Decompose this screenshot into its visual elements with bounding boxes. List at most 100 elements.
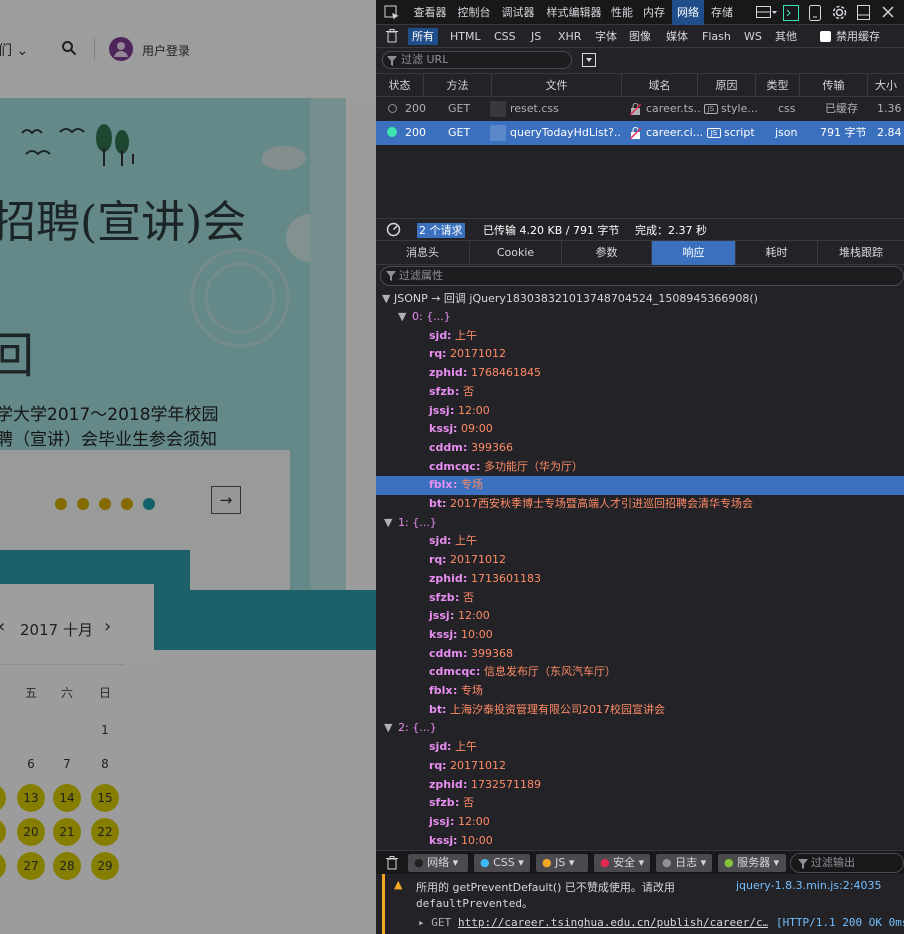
- json-property-row[interactable]: sjd: 上午: [376, 327, 904, 346]
- property-filter-input[interactable]: 过滤属性: [380, 266, 904, 286]
- filter-html[interactable]: HTML: [446, 28, 485, 45]
- json-value: 12:00: [458, 609, 490, 623]
- console-filter-security[interactable]: ● 安全 ▾: [594, 854, 650, 872]
- tab-cookies[interactable]: Cookie: [470, 241, 562, 265]
- element-picker-icon[interactable]: [384, 5, 400, 21]
- trash-icon[interactable]: [386, 29, 398, 43]
- json-value: 上午: [455, 534, 477, 548]
- json-property-row[interactable]: cdmcqc: 信息发布厅（东风汽车厅）: [376, 663, 904, 682]
- trash-icon[interactable]: [386, 856, 398, 870]
- console-filter-css[interactable]: ● CSS ▾: [474, 854, 530, 872]
- request-row-selected[interactable]: 200 GET queryTodayHdList?... career.ci..…: [376, 121, 904, 145]
- console-filter-server[interactable]: ● 服务器 ▾: [718, 854, 786, 872]
- tab-headers[interactable]: 消息头: [376, 241, 470, 265]
- network-log-url[interactable]: http://career.tsinghua.edu.cn/publish/ca…: [458, 916, 768, 929]
- json-property-row[interactable]: sfzb: 否: [376, 589, 904, 608]
- col-type[interactable]: 类型: [756, 74, 800, 97]
- layout-dropdown-icon[interactable]: [756, 6, 778, 20]
- json-property-row[interactable]: zphid:1713601183: [376, 570, 904, 589]
- warning-source-link[interactable]: jquery-1.8.3.min.js:2:4035: [736, 879, 882, 892]
- json-colon: :: [455, 384, 460, 398]
- tab-storage[interactable]: 存储: [706, 0, 738, 25]
- json-property-row[interactable]: zphid:1768461845: [376, 364, 904, 383]
- json-property-row[interactable]: cddm:399368: [376, 645, 904, 664]
- tab-params[interactable]: 参数: [562, 241, 652, 265]
- dock-icon[interactable]: [857, 5, 870, 20]
- json-property-row[interactable]: jssj:12:00: [376, 813, 904, 832]
- expand-arrow-icon[interactable]: ▼: [384, 719, 392, 737]
- json-key: bt: [429, 702, 443, 716]
- json-property-row[interactable]: rq:20171012: [376, 757, 904, 776]
- json-property-row[interactable]: kssj:10:00: [376, 626, 904, 645]
- tab-memory[interactable]: 内存: [640, 0, 668, 25]
- col-cause[interactable]: 原因: [698, 74, 756, 97]
- filter-all[interactable]: 所有: [408, 28, 438, 45]
- json-property-row[interactable]: sfzb: 否: [376, 383, 904, 402]
- json-property-row[interactable]: jssj:12:00: [376, 402, 904, 421]
- filter-images[interactable]: 图像: [625, 28, 655, 45]
- network-log-status[interactable]: [HTTP/1.1 200 OK 0ms]: [776, 916, 904, 929]
- filter-xhr[interactable]: XHR: [554, 28, 585, 45]
- json-object-node[interactable]: ▼ 2: {...}: [376, 719, 904, 738]
- json-property-row[interactable]: fblx: 专场: [376, 682, 904, 701]
- json-value: 专场: [461, 478, 483, 492]
- json-property-row[interactable]: bt: 上海汐泰投资管理有限公司2017校园宣讲会: [376, 701, 904, 720]
- network-log-prefix[interactable]: ▸ GET: [418, 916, 451, 929]
- expand-arrow-icon[interactable]: ▼: [398, 308, 406, 326]
- console-split-icon[interactable]: [783, 5, 799, 21]
- jsonp-callback-row[interactable]: ▼ JSONP → 回调 jQuery183038321013748704524…: [382, 290, 758, 306]
- json-property-row[interactable]: rq:20171012: [376, 551, 904, 570]
- json-property-row[interactable]: cddm:399366: [376, 439, 904, 458]
- col-status[interactable]: 状态: [376, 74, 424, 97]
- json-object-node[interactable]: ▼ 0: {...}: [376, 308, 904, 327]
- filter-ws[interactable]: WS: [740, 28, 766, 45]
- close-icon[interactable]: [882, 6, 894, 18]
- col-transferred[interactable]: 传输: [800, 74, 868, 97]
- json-property-row[interactable]: fblx: 专场: [376, 476, 904, 495]
- col-size[interactable]: 大小: [868, 74, 904, 97]
- console-filter-logging[interactable]: ● 日志 ▾: [656, 854, 712, 872]
- filter-fonts[interactable]: 字体: [591, 28, 621, 45]
- tab-inspector[interactable]: 查看器: [410, 0, 450, 25]
- json-key: sfzb: [429, 590, 455, 604]
- json-property-row[interactable]: bt:2017西安秋季博士专场暨高端人才引进巡回招聘会清华专场会: [376, 495, 904, 514]
- toggle-details-icon[interactable]: [582, 53, 596, 67]
- tab-network[interactable]: 网络: [672, 0, 704, 25]
- tab-debugger[interactable]: 调试器: [498, 0, 538, 25]
- json-property-row[interactable]: jssj:12:00: [376, 607, 904, 626]
- tab-timings[interactable]: 耗时: [736, 241, 818, 265]
- tab-style-editor[interactable]: 样式编辑器: [542, 0, 606, 25]
- filter-css[interactable]: CSS: [490, 28, 520, 45]
- json-property-row[interactable]: kssj:10:00: [376, 832, 904, 851]
- expand-arrow-icon[interactable]: ▼: [384, 514, 392, 532]
- url-filter-input[interactable]: 过滤 URL: [382, 51, 572, 69]
- disable-cache-checkbox[interactable]: [820, 31, 831, 42]
- json-property-row[interactable]: zphid:1732571189: [376, 776, 904, 795]
- json-property-row[interactable]: cdmcqc: 多功能厅（华为厅）: [376, 458, 904, 477]
- json-property-row[interactable]: sfzb: 否: [376, 794, 904, 813]
- tab-console[interactable]: 控制台: [454, 0, 494, 25]
- col-domain[interactable]: 域名: [622, 74, 698, 97]
- json-object-node[interactable]: ▼ 1: {...}: [376, 514, 904, 533]
- json-property-row[interactable]: rq:20171012: [376, 345, 904, 364]
- json-property-row[interactable]: sjd: 上午: [376, 532, 904, 551]
- filter-media[interactable]: 媒体: [662, 28, 692, 45]
- json-colon: :: [463, 571, 468, 585]
- console-filter-network[interactable]: ● 网络 ▾: [408, 854, 468, 872]
- request-row[interactable]: 200 GET reset.css career.ts... JS style.…: [376, 97, 904, 121]
- col-file[interactable]: 文件: [492, 74, 622, 97]
- settings-gear-icon[interactable]: [832, 5, 847, 20]
- console-filter-js[interactable]: ● JS ▾: [536, 854, 588, 872]
- tab-performance[interactable]: 性能: [608, 0, 636, 25]
- console-filter-label: 日志: [675, 856, 698, 869]
- performance-analysis-icon[interactable]: [386, 222, 401, 237]
- filter-flash[interactable]: Flash: [698, 28, 735, 45]
- col-method[interactable]: 方法: [424, 74, 492, 97]
- json-property-row[interactable]: kssj:09:00: [376, 420, 904, 439]
- responsive-mode-icon[interactable]: [809, 5, 821, 21]
- filter-js[interactable]: JS: [527, 28, 545, 45]
- tab-stack-trace[interactable]: 堆栈跟踪: [818, 241, 904, 265]
- tab-response[interactable]: 响应: [652, 241, 736, 265]
- filter-other[interactable]: 其他: [771, 28, 801, 45]
- json-property-row[interactable]: sjd: 上午: [376, 738, 904, 757]
